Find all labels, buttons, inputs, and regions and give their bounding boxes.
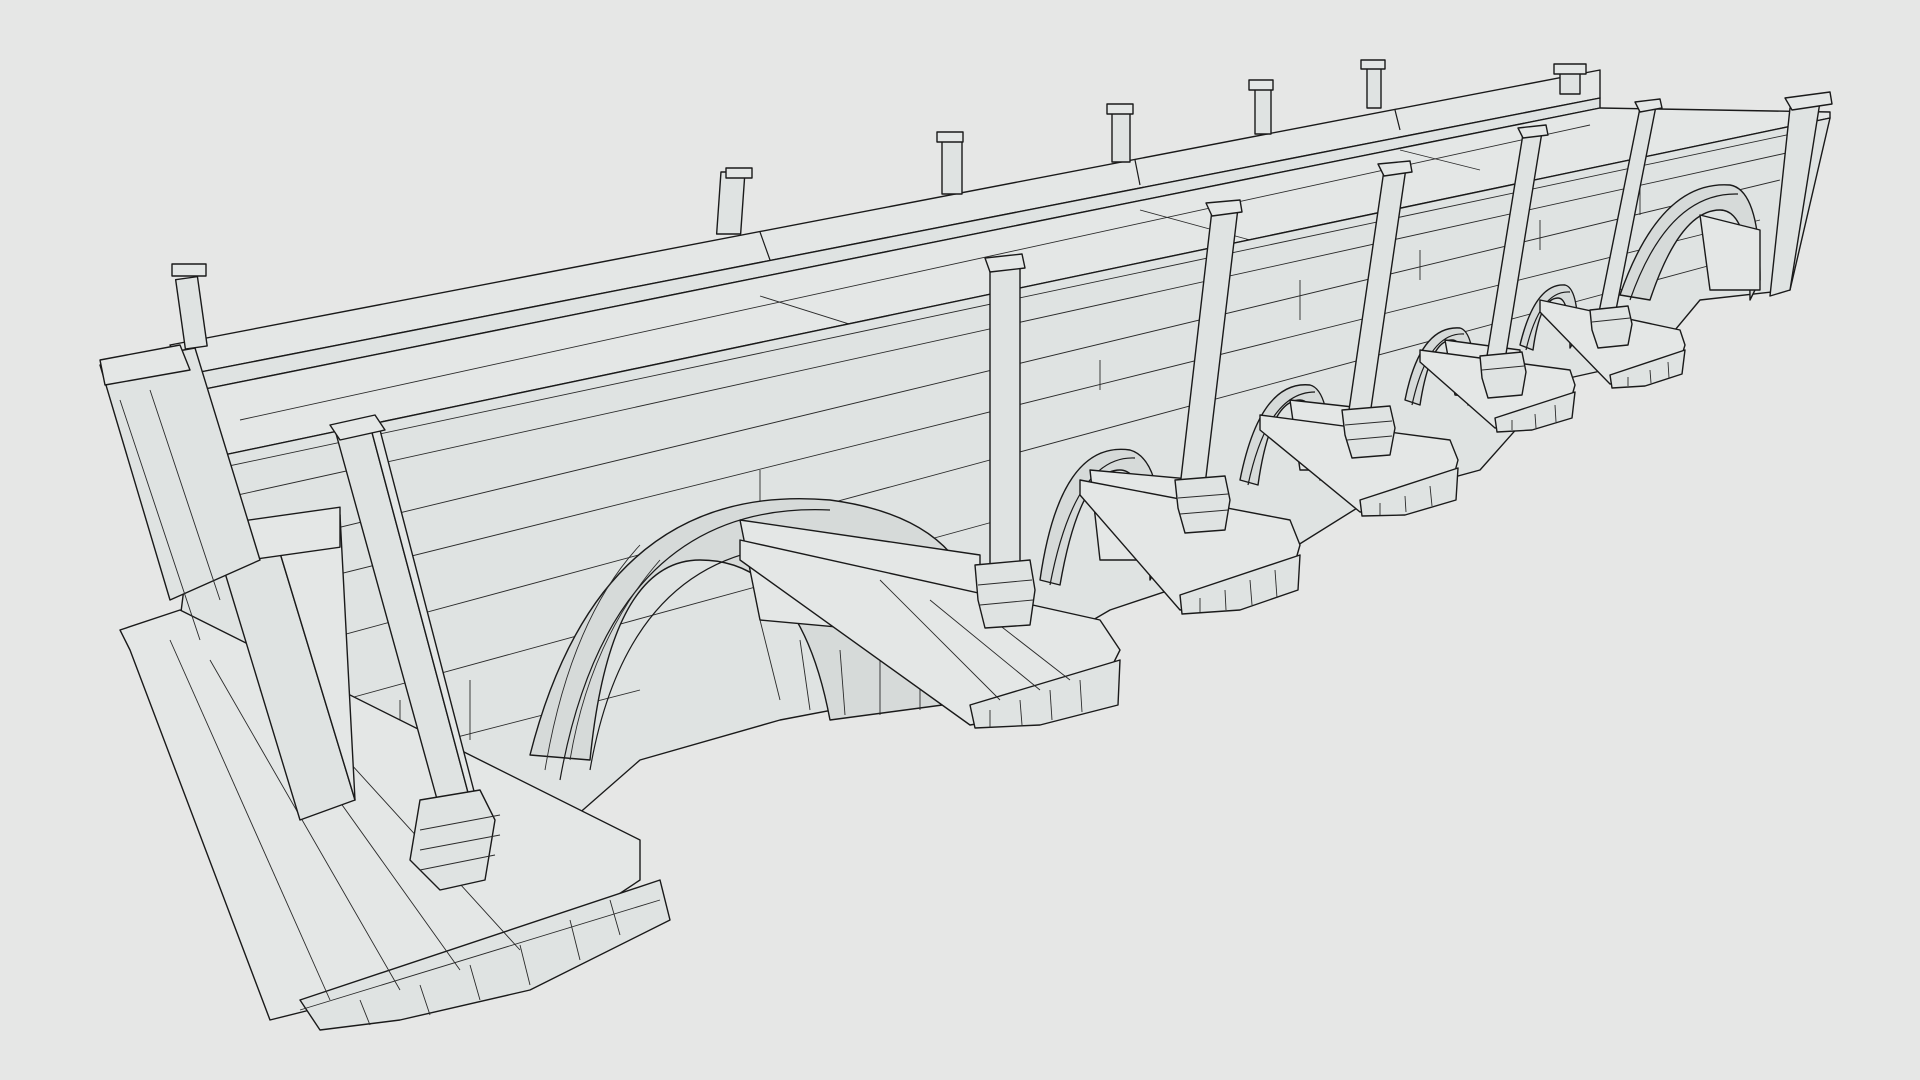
far-post: [936, 131, 964, 195]
far-post: [1106, 103, 1134, 163]
far-post: [1360, 59, 1386, 109]
far-post: [171, 263, 208, 350]
3d-viewport[interactable]: stone-arch-bridge: [0, 0, 1920, 1080]
bridge-wireframe-model[interactable]: [0, 0, 1920, 1080]
far-post: [715, 167, 753, 235]
far-post: [1248, 79, 1274, 135]
